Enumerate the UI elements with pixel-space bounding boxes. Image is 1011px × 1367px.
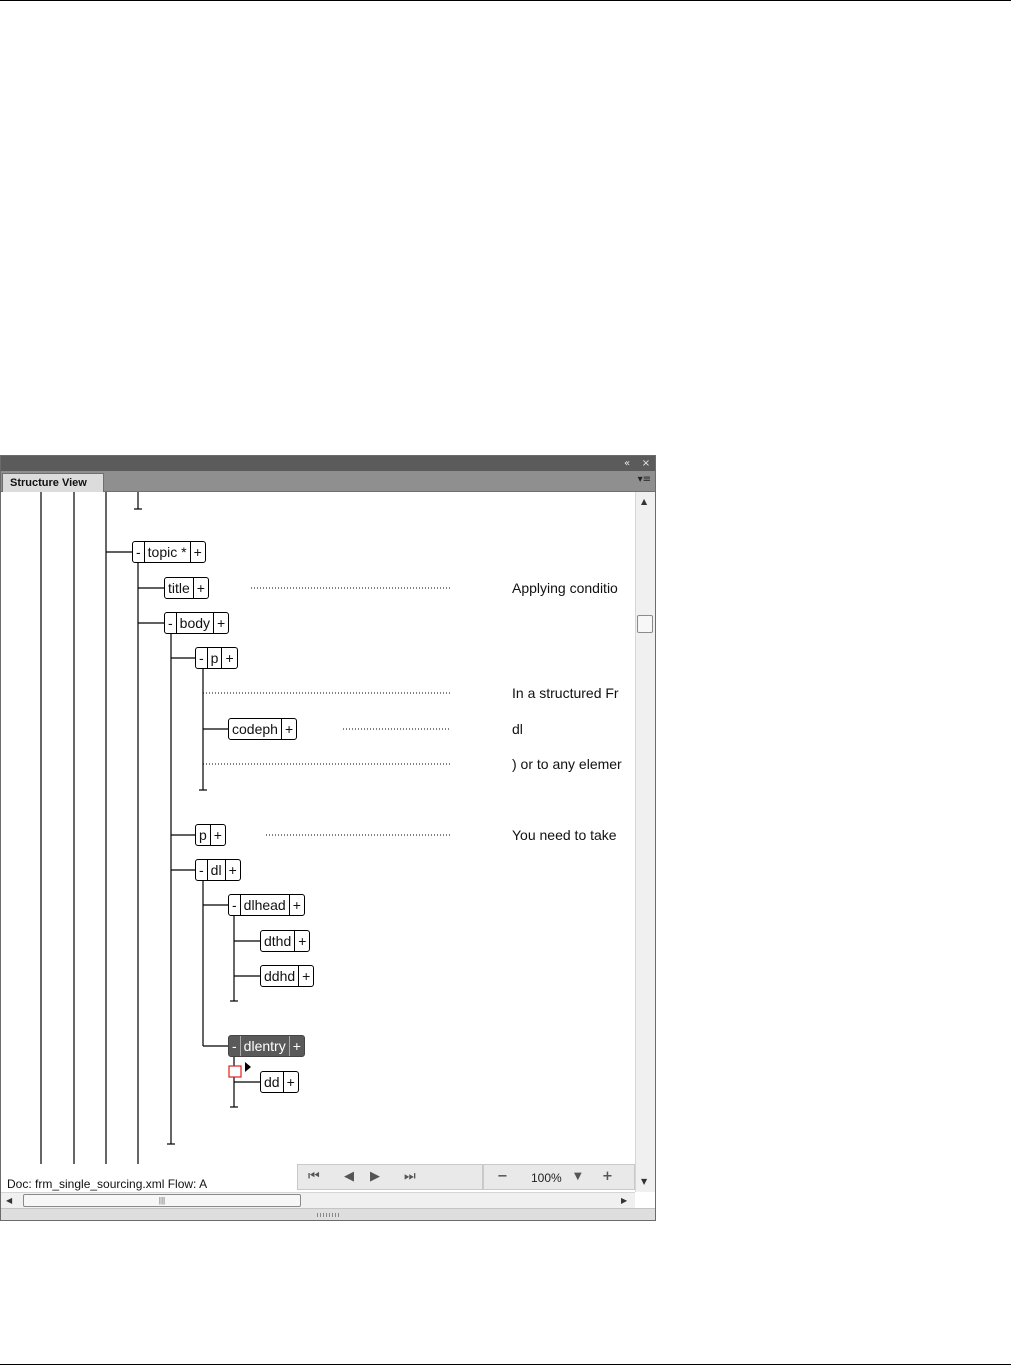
collapse-toggle[interactable]: - [165, 613, 176, 633]
scroll-up-icon[interactable]: ▲ [641, 497, 647, 506]
insertion-point-icon [245, 1062, 251, 1072]
expand-toggle[interactable]: + [298, 966, 313, 986]
next-page-icon[interactable]: ▶ [370, 1169, 380, 1184]
expand-toggle[interactable]: + [288, 895, 304, 915]
collapse-toggle[interactable]: - [229, 895, 240, 915]
collapse-toggle[interactable]: - [196, 860, 207, 880]
panel-menu-icon[interactable]: ▾≡ [638, 474, 651, 485]
text-snippet-title: Applying conditio [512, 580, 618, 596]
node-label[interactable]: dlhead [239, 895, 289, 915]
tree-node-dd[interactable]: dd + [260, 1071, 299, 1093]
tree-node-codeph[interactable]: codeph + [228, 718, 298, 740]
collapse-toggle[interactable]: - [133, 542, 144, 562]
missing-element-marker[interactable] [228, 1065, 242, 1078]
node-label[interactable]: dlentry [239, 1036, 289, 1056]
tree-node-dthd[interactable]: dthd + [260, 930, 311, 952]
structure-tree[interactable]: - topic * + title + Applying conditio - … [1, 492, 635, 1164]
expand-toggle[interactable]: + [282, 1072, 298, 1092]
scroll-down-icon[interactable]: ▼ [641, 1177, 647, 1186]
expand-toggle[interactable]: + [221, 648, 236, 668]
node-label[interactable]: dl [206, 860, 225, 880]
expand-toggle[interactable]: + [294, 931, 309, 951]
tree-node-title[interactable]: title + [164, 577, 209, 599]
expand-toggle[interactable]: + [192, 578, 208, 598]
tree-node-topic[interactable]: - topic * + [132, 541, 206, 563]
tree-node-p[interactable]: p + [195, 824, 226, 846]
expand-toggle[interactable]: + [280, 719, 296, 739]
text-snippet-p1-2: ) or to any elemer [512, 756, 622, 772]
page-top-rule [0, 0, 1011, 1]
vertical-scroll-thumb[interactable] [637, 615, 653, 633]
node-label[interactable]: p [206, 648, 222, 668]
horizontal-scroll-thumb[interactable]: ||| [23, 1194, 301, 1207]
expand-toggle[interactable]: + [224, 860, 240, 880]
double-chevron-left-icon[interactable]: « [620, 456, 634, 471]
collapse-toggle[interactable]: - [229, 1036, 240, 1056]
tree-node-dlentry[interactable]: - dlentry + [228, 1035, 305, 1057]
tab-structure-view[interactable]: Structure View [2, 473, 104, 492]
structure-view-panel: « × Structure View ▾≡ - topic * + title … [0, 455, 656, 1221]
tree-node-p[interactable]: - p + [195, 647, 238, 669]
vertical-scrollbar[interactable]: ▲ ▼ [635, 492, 655, 1192]
scroll-right-icon[interactable]: ▶ [621, 1196, 627, 1205]
first-page-icon[interactable]: ⏮ [308, 1169, 320, 1184]
text-snippet-p2: You need to take [512, 827, 617, 843]
node-label[interactable]: body [175, 613, 213, 633]
expand-toggle[interactable]: + [189, 542, 205, 562]
panel-titlebar[interactable]: « × [1, 456, 655, 471]
resize-grip-icon[interactable] [317, 1213, 341, 1217]
tab-strip: Structure View ▾≡ [1, 471, 655, 492]
node-label[interactable]: dthd [261, 931, 294, 951]
scroll-left-icon[interactable]: ◀ [6, 1196, 12, 1205]
last-page-icon[interactable]: ⏭ [404, 1169, 416, 1184]
text-snippet-codeph: dl [512, 721, 523, 737]
zoom-level[interactable]: 100% [531, 1171, 562, 1185]
tree-node-dlhead[interactable]: - dlhead + [228, 894, 305, 916]
expand-toggle[interactable]: + [288, 1036, 304, 1056]
previous-page-icon[interactable]: ◀ [344, 1169, 354, 1184]
tree-node-ddhd[interactable]: ddhd + [260, 965, 315, 987]
zoom-in-icon[interactable]: + [602, 1169, 613, 1184]
doc-flow-status: Doc: frm_single_sourcing.xml Flow: A [7, 1177, 208, 1191]
panel-resize-strip[interactable] [1, 1208, 655, 1220]
page-bottom-rule [0, 1364, 1011, 1365]
node-label[interactable]: codeph [229, 719, 281, 739]
status-bar: Doc: frm_single_sourcing.xml Flow: A ⏮ ◀… [1, 1164, 635, 1192]
zoom-out-icon[interactable]: − [497, 1169, 508, 1184]
text-snippet-p1-1: In a structured Fr [512, 685, 619, 701]
horizontal-scrollbar[interactable]: ◀ ||| ▶ [1, 1192, 635, 1208]
node-label[interactable]: ddhd [261, 966, 298, 986]
tree-node-dl[interactable]: - dl + [195, 859, 241, 881]
close-icon[interactable]: × [639, 456, 653, 471]
page-navigation: ⏮ ◀ ▶ ⏭ [297, 1164, 483, 1190]
node-label[interactable]: p [196, 825, 210, 845]
expand-toggle[interactable]: + [213, 613, 228, 633]
zoom-controls: − 100% ▼ + [483, 1164, 635, 1190]
node-label[interactable]: title [165, 578, 193, 598]
tree-node-body[interactable]: - body + [164, 612, 230, 634]
expand-toggle[interactable]: + [209, 825, 225, 845]
node-label[interactable]: dd [261, 1072, 283, 1092]
collapse-toggle[interactable]: - [196, 648, 207, 668]
node-label[interactable]: topic * [143, 542, 190, 562]
zoom-dropdown-icon[interactable]: ▼ [574, 1171, 582, 1182]
